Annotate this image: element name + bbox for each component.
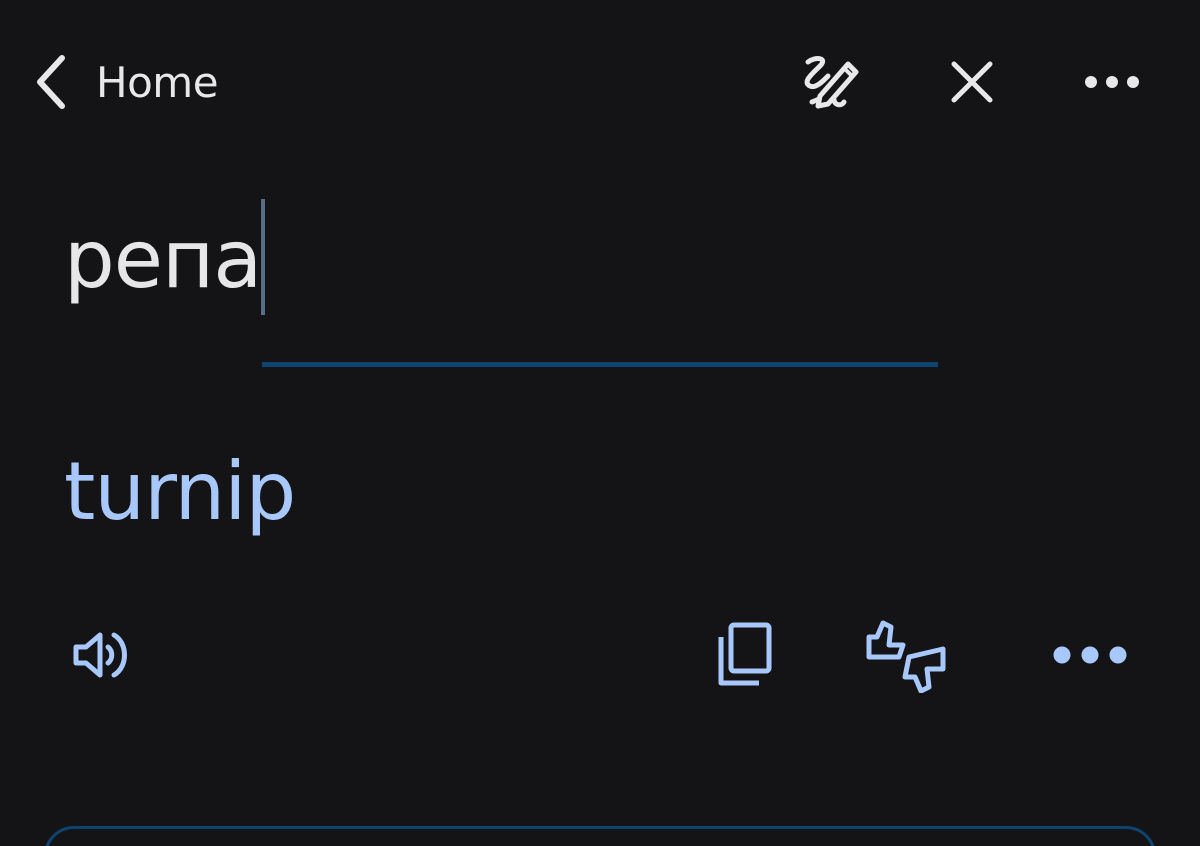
- handwriting-pen-icon: [798, 52, 862, 112]
- translate-screen: Home репа turnip: [0, 0, 1200, 846]
- bottom-card: [44, 826, 1156, 846]
- close-button[interactable]: [936, 46, 1008, 118]
- input-divider: [262, 362, 938, 367]
- source-text-wrapper: репа: [64, 195, 266, 325]
- listen-button[interactable]: [66, 619, 138, 691]
- handwriting-button[interactable]: [794, 46, 866, 118]
- more-horizontal-icon: [1052, 645, 1128, 665]
- text-caret: [261, 199, 266, 316]
- feedback-button[interactable]: [866, 619, 946, 693]
- copy-button[interactable]: [709, 619, 781, 691]
- chevron-left-icon: [30, 52, 70, 112]
- actions-more-button[interactable]: [1052, 619, 1128, 691]
- source-input[interactable]: репа: [64, 195, 1144, 335]
- thumbs-up-down-icon: [865, 617, 947, 693]
- back-button[interactable]: Home: [30, 46, 219, 118]
- copy-icon: [715, 621, 775, 689]
- top-app-bar: Home: [0, 0, 1200, 165]
- speaker-icon: [70, 625, 134, 685]
- more-horizontal-icon: [1084, 75, 1140, 89]
- source-text: репа: [64, 213, 262, 306]
- close-icon: [950, 60, 994, 104]
- back-label: Home: [96, 57, 219, 107]
- header-more-button[interactable]: [1076, 46, 1148, 118]
- translation-text: turnip: [64, 445, 296, 538]
